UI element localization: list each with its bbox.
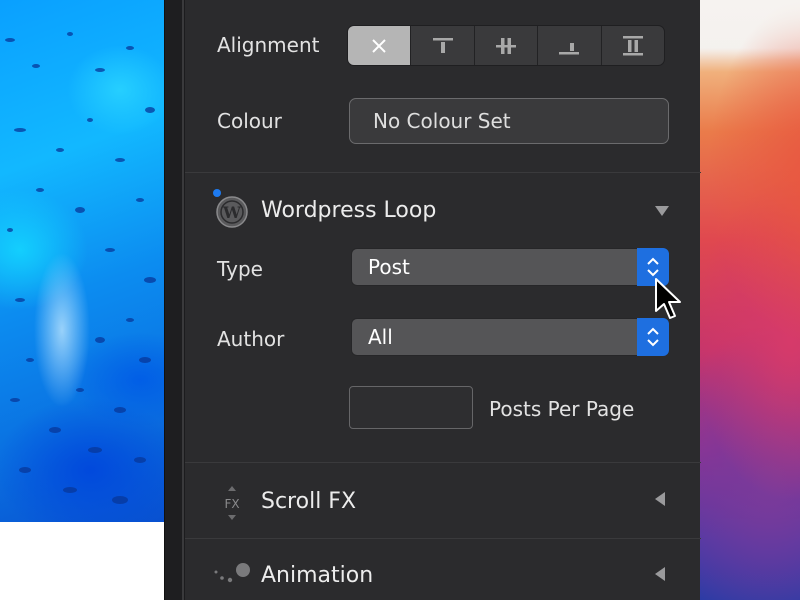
svg-text:W: W bbox=[222, 203, 242, 222]
alignment-bottom-button[interactable] bbox=[538, 26, 602, 65]
alignment-label: Alignment bbox=[217, 33, 320, 57]
type-select-value: Post bbox=[368, 255, 410, 279]
mouse-pointer-icon bbox=[655, 278, 681, 319]
svg-text:FX: FX bbox=[224, 497, 239, 511]
alignment-middle-button[interactable] bbox=[475, 26, 539, 65]
alignment-top-button[interactable] bbox=[411, 26, 475, 65]
section-divider bbox=[185, 172, 701, 173]
alignment-none-button[interactable] bbox=[348, 26, 412, 65]
colour-label: Colour bbox=[217, 109, 282, 133]
document-canvas bbox=[0, 0, 164, 600]
type-label: Type bbox=[217, 257, 263, 281]
type-select[interactable]: Post bbox=[351, 248, 669, 286]
align-bottom-icon bbox=[559, 42, 580, 54]
canvas-image[interactable] bbox=[0, 0, 164, 522]
scroll-fx-title[interactable]: Scroll FX bbox=[261, 489, 356, 514]
expand-triangle-icon[interactable] bbox=[655, 567, 665, 581]
stretch-vertical-icon bbox=[622, 35, 643, 55]
scroll-fx-icon: FX bbox=[224, 486, 240, 520]
inspector-panel: Alignment Colour No Colour Set W Wordpre… bbox=[184, 0, 701, 600]
wordpress-loop-title[interactable]: Wordpress Loop bbox=[261, 198, 436, 223]
animation-title[interactable]: Animation bbox=[261, 563, 373, 588]
alignment-stretch-button[interactable] bbox=[602, 26, 664, 65]
expand-triangle-icon[interactable] bbox=[655, 492, 665, 506]
colour-picker-button[interactable]: No Colour Set bbox=[349, 98, 669, 144]
posts-per-page-input[interactable] bbox=[349, 386, 473, 429]
author-select[interactable]: All bbox=[351, 318, 669, 356]
alignment-segmented-control bbox=[347, 25, 665, 66]
author-select-value: All bbox=[368, 325, 393, 349]
align-vertical-center-icon bbox=[496, 37, 517, 54]
section-divider bbox=[185, 462, 701, 463]
section-divider bbox=[185, 538, 701, 539]
posts-per-page-label: Posts Per Page bbox=[489, 397, 635, 421]
author-label: Author bbox=[217, 327, 285, 351]
chevron-up-down-icon bbox=[647, 327, 659, 347]
collapse-triangle-icon[interactable] bbox=[655, 206, 669, 216]
desktop-wallpaper bbox=[700, 0, 800, 600]
close-icon bbox=[372, 38, 386, 53]
panel-divider[interactable] bbox=[164, 0, 185, 600]
wordpress-icon: W bbox=[216, 196, 248, 228]
align-top-icon bbox=[432, 37, 453, 53]
animation-icon bbox=[214, 563, 250, 583]
